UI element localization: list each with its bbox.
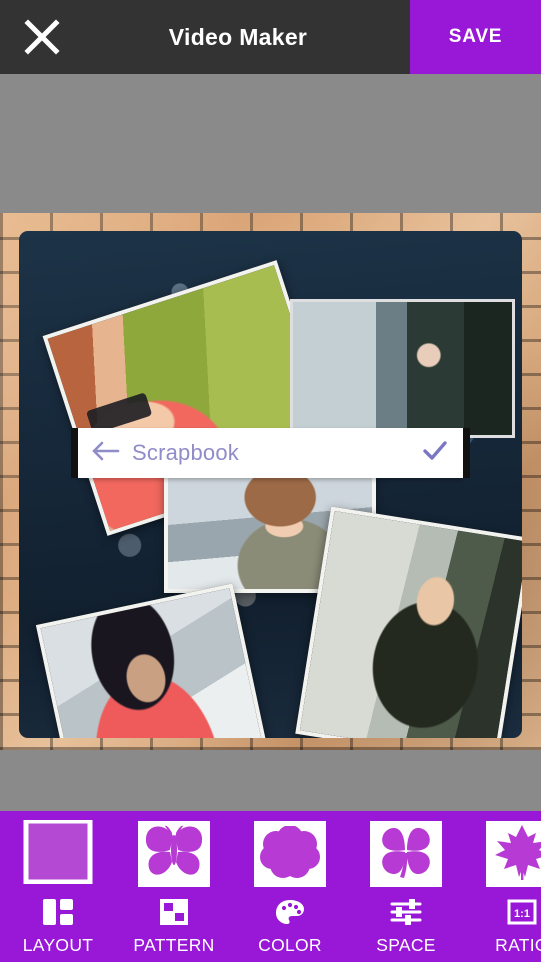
scrapbook-bar-left-edge [71,428,78,478]
svg-text:1:1: 1:1 [514,908,530,920]
pattern-thumb [138,821,210,887]
flower-blob-shape-icon [259,824,321,883]
tool-item-ratio[interactable]: 1:1 RATIO [464,811,541,962]
space-thumb [370,821,442,887]
maple-leaf-shape-icon [492,823,541,886]
close-icon [22,17,62,57]
square-outline-shape-icon [23,818,93,889]
butterfly-shape-icon [143,824,205,885]
collage-photo[interactable] [35,583,276,738]
sliders-icon [389,895,423,929]
layout-thumb [22,818,94,889]
checkerboard-icon [158,895,190,929]
photo-image [293,302,512,435]
scrapbook-overlay-bar: Scrapbook [71,428,470,478]
tool-label-ratio: RATIO [495,935,541,955]
bottom-toolbar: LAYOUT PATTERN COLOR SPACE 1:1 RATI [0,811,541,962]
collage-photo[interactable] [290,299,515,438]
tool-label-color: COLOR [258,935,322,955]
collage-photo[interactable] [295,506,522,738]
tool-item-space[interactable]: SPACE [348,811,464,962]
page-title: Video Maker [168,23,308,50]
color-thumb [254,821,326,887]
scrapbook-title: Scrapbook [132,440,239,465]
scrapbook-confirm-button[interactable] [407,440,463,467]
arrow-left-icon [90,440,120,467]
aspect-ratio-icon: 1:1 [506,895,538,929]
scrapbook-back-button[interactable] [78,440,132,467]
photo-image [299,511,522,738]
tool-item-color[interactable]: COLOR [232,811,348,962]
ratio-thumb [486,821,541,887]
top-app-bar: Video Maker SAVE [0,0,541,74]
app-root: Video Maker SAVE Scrapbook LAYOUT PATTER… [0,0,541,962]
clover-shape-icon [375,823,437,886]
tool-label-space: SPACE [376,935,436,955]
tool-label-pattern: PATTERN [133,935,215,955]
photo-image [40,588,271,738]
collage-canvas[interactable]: Scrapbook [0,213,541,750]
tool-item-pattern[interactable]: PATTERN [116,811,232,962]
check-icon [422,440,448,467]
layout-grid-icon [41,895,75,929]
preview-area: Scrapbook [0,74,541,811]
palette-icon [274,895,306,929]
close-button[interactable] [0,0,84,74]
scrapbook-bar-right-edge [463,428,470,478]
save-button[interactable]: SAVE [410,0,541,74]
collage-inner-background [19,231,522,738]
tool-label-layout: LAYOUT [22,935,94,955]
tool-item-layout[interactable]: LAYOUT [0,811,116,962]
